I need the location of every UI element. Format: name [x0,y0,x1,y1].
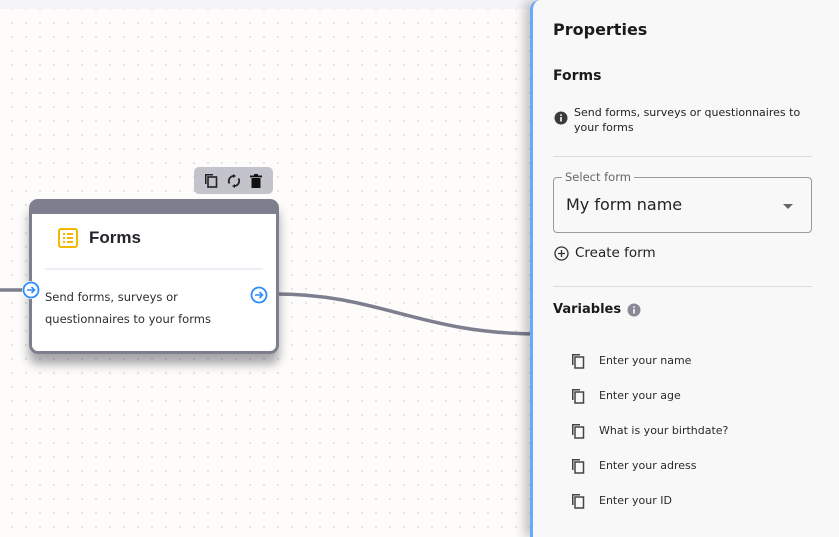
create-form-label: Create form [575,245,656,261]
node-toolbar [194,167,273,194]
divider [553,156,812,157]
copy-icon[interactable] [571,387,587,405]
input-handle[interactable] [22,281,40,299]
arrow-right-circle-icon [250,286,268,304]
copy-icon[interactable] [571,492,587,510]
trash-icon [249,173,262,188]
forms-node[interactable]: Forms Send forms, surveys or questionnai… [29,199,279,354]
variable-item[interactable]: Enter your age [571,378,728,413]
variable-item[interactable]: Enter your adress [571,448,728,483]
duplicate-button[interactable] [202,172,220,190]
section-title: Forms [553,68,602,84]
create-form-button[interactable]: Create form [554,245,656,261]
variable-item[interactable]: What is your birthdate? [571,413,728,448]
node-header: Forms [58,228,141,248]
form-list-icon [58,228,78,248]
output-handle[interactable] [250,286,268,304]
divider [553,286,812,287]
caret-down-icon [783,204,793,209]
plus-circle-icon [554,245,569,261]
copy-icon[interactable] [571,422,587,440]
panel-title: Properties [553,20,648,39]
copy-icon[interactable] [571,457,587,475]
copy-icon[interactable] [571,352,587,370]
arrow-right-circle-icon [22,281,40,299]
variables-list: Enter your name Enter your age What is y… [571,343,728,518]
info-icon[interactable] [627,303,641,317]
delete-button[interactable] [247,172,265,190]
variable-label: What is your birthdate? [599,424,729,437]
copy-icon [205,174,218,188]
select-form-label: Select form [562,170,634,184]
info-icon [554,111,568,125]
replace-button[interactable] [225,172,243,190]
edge-outgoing[interactable] [275,292,541,336]
variable-label: Enter your adress [599,459,697,472]
info-row: Send forms, surveys or questionnaires to… [554,105,804,135]
select-form-value: My form name [566,195,683,214]
variable-item[interactable]: Enter your ID [571,483,728,518]
variable-item[interactable]: Enter your name [571,343,728,378]
info-text: Send forms, surveys or questionnaires to… [574,106,801,134]
node-description: Send forms, surveys or questionnaires to… [45,290,211,326]
variables-header: Variables [553,302,641,317]
variable-label: Enter your name [599,354,692,367]
select-form-dropdown[interactable]: Select form My form name [553,170,812,233]
node-title: Forms [89,228,141,247]
variables-title: Variables [553,302,622,317]
node-divider [45,268,263,270]
variable-label: Enter your ID [599,494,672,507]
refresh-icon [227,173,240,188]
properties-panel: Properties Forms Send forms, surveys or … [530,0,839,537]
variable-label: Enter your age [599,389,681,402]
